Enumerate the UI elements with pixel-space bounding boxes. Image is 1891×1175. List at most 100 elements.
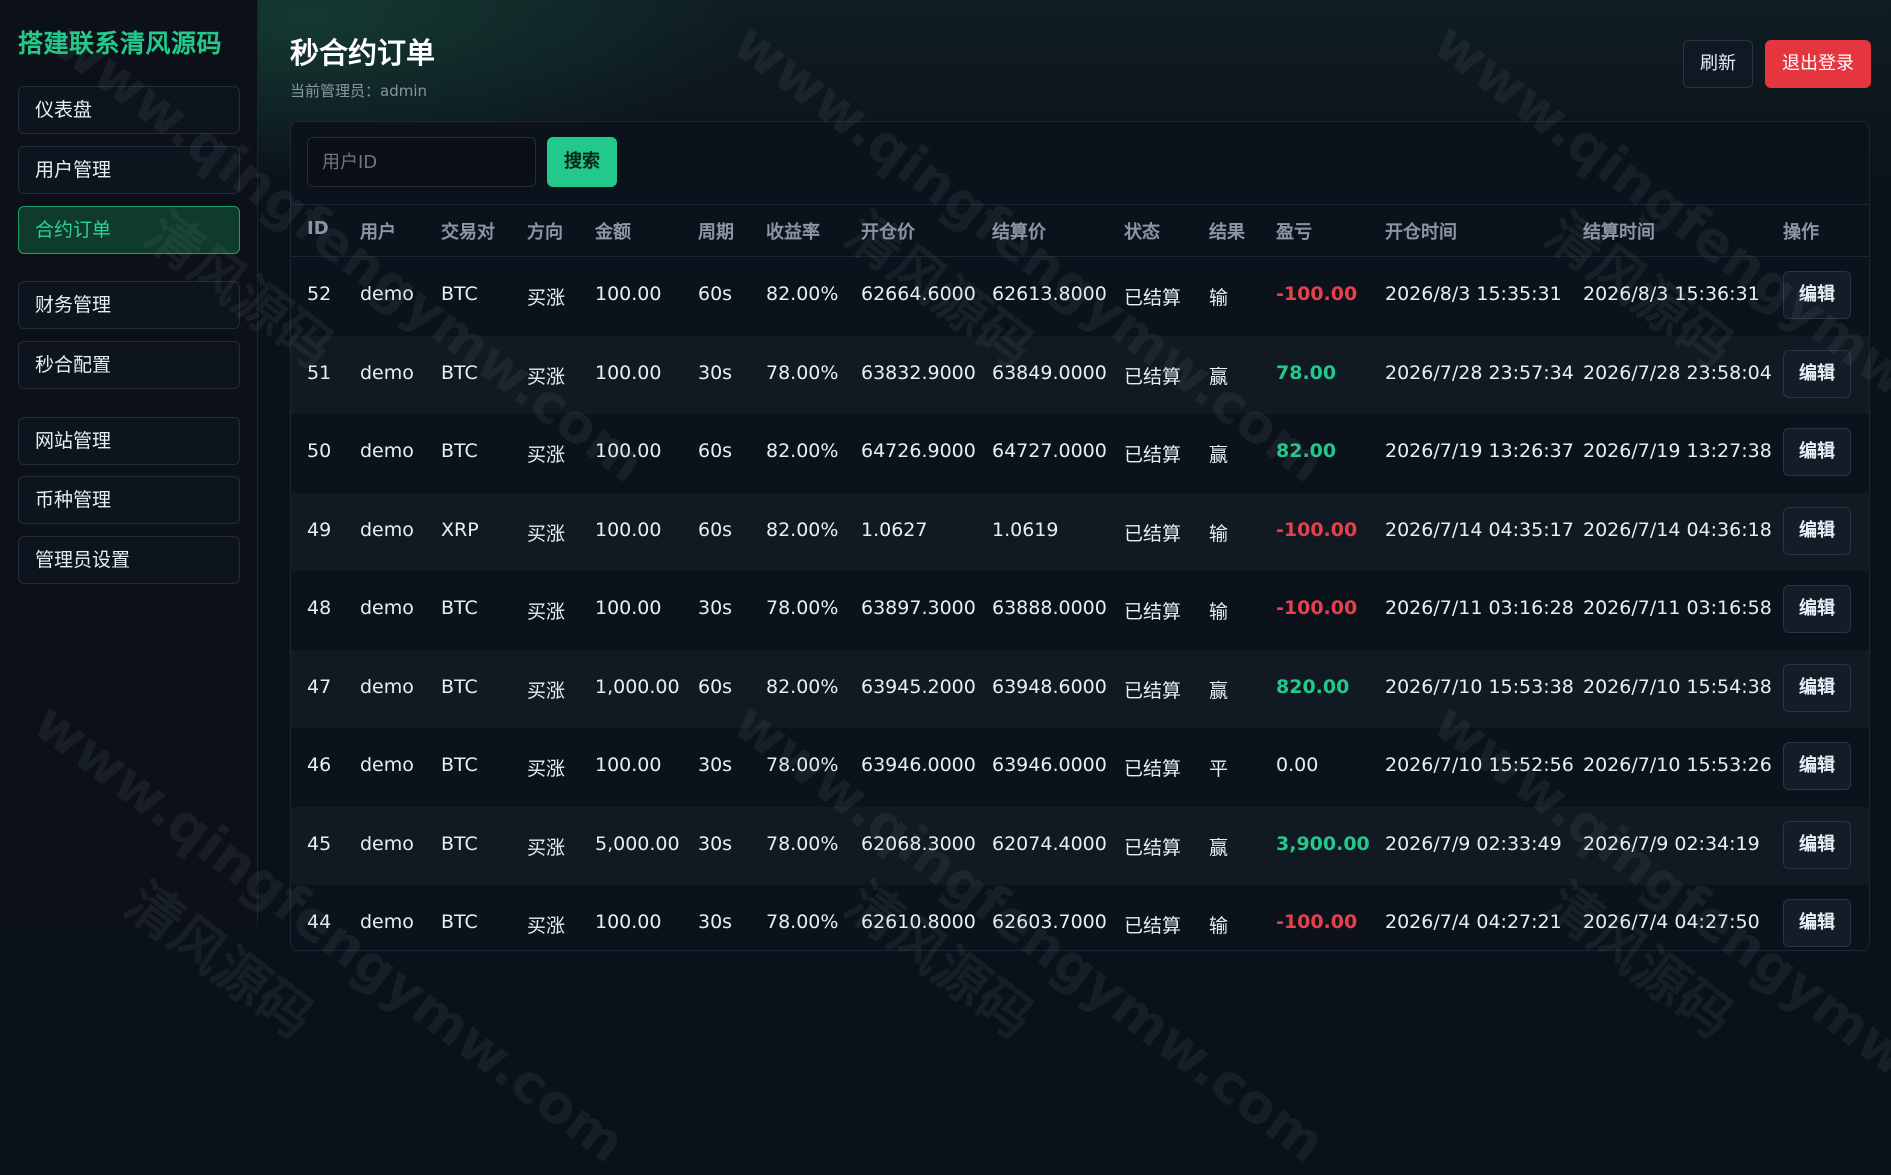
cell-rate: 78.00% xyxy=(766,362,839,384)
edit-button[interactable]: 编辑 xyxy=(1783,271,1851,319)
sidebar-item-label: 仪表盘 xyxy=(35,99,93,121)
table-row: 49 demo XRP 买涨 100.00 60s 82.00% 1.0627 1.0619 已结… xyxy=(291,493,1869,571)
col-header-period: 周期 xyxy=(698,222,734,243)
cell-user: demo xyxy=(360,833,414,855)
sidebar-item-site[interactable]: 网站管理 xyxy=(18,417,240,465)
cell-settle-time: 2026/7/10 15:53:26 xyxy=(1583,754,1772,776)
cell-id: 52 xyxy=(307,283,332,305)
edit-button[interactable]: 编辑 xyxy=(1783,664,1851,712)
cell-direction: 买涨 xyxy=(527,523,566,545)
col-header-user: 用户 xyxy=(360,222,396,243)
refresh-button[interactable]: 刷新 xyxy=(1683,40,1753,88)
cell-status: 已结算 xyxy=(1124,444,1182,466)
cell-pair: BTC xyxy=(441,911,478,933)
cell-status: 已结算 xyxy=(1124,601,1182,623)
cell-direction: 买涨 xyxy=(527,758,566,780)
cell-open-time: 2026/7/14 04:35:17 xyxy=(1385,519,1574,541)
cell-pair: BTC xyxy=(441,283,478,305)
cell-open-time: 2026/7/10 15:53:38 xyxy=(1385,676,1574,698)
cell-user: demo xyxy=(360,283,414,305)
cell-pnl: 78.00 xyxy=(1276,362,1337,384)
col-header-open-time: 开仓时间 xyxy=(1385,222,1457,243)
cell-rate: 78.00% xyxy=(766,911,839,933)
cell-open-price: 62068.3000 xyxy=(861,833,976,855)
cell-pair: BTC xyxy=(441,676,478,698)
cell-settle-price: 63888.0000 xyxy=(992,597,1107,619)
cell-status: 已结算 xyxy=(1124,837,1182,859)
cell-period: 60s xyxy=(698,676,733,698)
page-title: 秒合约订单 xyxy=(290,36,436,70)
table-row: 52 demo BTC 买涨 100.00 60s 82.00% 62664.6000 6261… xyxy=(291,257,1869,335)
cell-user: demo xyxy=(360,911,414,933)
cell-amount: 100.00 xyxy=(595,440,662,462)
edit-button[interactable]: 编辑 xyxy=(1783,507,1851,555)
cell-period: 30s xyxy=(698,754,733,776)
cell-pair: BTC xyxy=(441,440,478,462)
sidebar-item-label: 网站管理 xyxy=(35,430,112,452)
user-id-search-input[interactable] xyxy=(307,137,536,187)
cell-result: 输 xyxy=(1209,915,1229,937)
cell-amount: 100.00 xyxy=(595,754,662,776)
search-button[interactable]: 搜索 xyxy=(547,137,617,187)
cell-direction: 买涨 xyxy=(527,915,566,937)
sidebar-item-users[interactable]: 用户管理 xyxy=(18,146,240,194)
cell-pair: XRP xyxy=(441,519,479,541)
cell-amount: 100.00 xyxy=(595,519,662,541)
col-header-settle-price: 结算价 xyxy=(992,222,1046,243)
cell-status: 已结算 xyxy=(1124,523,1182,545)
cell-pnl: -100.00 xyxy=(1276,519,1358,541)
logout-button[interactable]: 退出登录 xyxy=(1765,40,1871,88)
edit-button[interactable]: 编辑 xyxy=(1783,821,1851,869)
sidebar-item-contract-orders[interactable]: 合约订单 xyxy=(18,206,240,254)
cell-pair: BTC xyxy=(441,362,478,384)
cell-user: demo xyxy=(360,754,414,776)
cell-open-time: 2026/7/28 23:57:34 xyxy=(1385,362,1574,384)
col-header-actions: 操作 xyxy=(1783,222,1819,243)
cell-user: demo xyxy=(360,676,414,698)
edit-button[interactable]: 编辑 xyxy=(1783,742,1851,790)
edit-button[interactable]: 编辑 xyxy=(1783,899,1851,947)
sidebar-item-coins[interactable]: 币种管理 xyxy=(18,476,240,524)
sidebar-item-finance[interactable]: 财务管理 xyxy=(18,281,240,329)
edit-button[interactable]: 编辑 xyxy=(1783,350,1851,398)
cell-amount: 100.00 xyxy=(595,362,662,384)
cell-direction: 买涨 xyxy=(527,680,566,702)
cell-id: 47 xyxy=(307,676,332,698)
cell-rate: 78.00% xyxy=(766,597,839,619)
sidebar-item-second-config[interactable]: 秒合配置 xyxy=(18,341,240,389)
cell-settle-price: 63849.0000 xyxy=(992,362,1107,384)
cell-open-price: 63832.9000 xyxy=(861,362,976,384)
table-row: 45 demo BTC 买涨 5,000.00 30s 78.00% 62068.3000 62… xyxy=(291,807,1869,885)
col-header-direction: 方向 xyxy=(527,222,563,243)
cell-open-time: 2026/7/11 03:16:28 xyxy=(1385,597,1574,619)
cell-settle-time: 2026/7/11 03:16:58 xyxy=(1583,597,1772,619)
cell-id: 51 xyxy=(307,362,332,384)
cell-settle-time: 2026/8/3 15:36:31 xyxy=(1583,283,1760,305)
sidebar-item-label: 财务管理 xyxy=(35,294,112,316)
cell-rate: 82.00% xyxy=(766,283,839,305)
cell-settle-price: 63946.0000 xyxy=(992,754,1107,776)
cell-result: 输 xyxy=(1209,287,1229,309)
cell-rate: 82.00% xyxy=(766,676,839,698)
cell-id: 48 xyxy=(307,597,332,619)
cell-period: 30s xyxy=(698,362,733,384)
cell-id: 44 xyxy=(307,911,332,933)
cell-pnl: -100.00 xyxy=(1276,911,1358,933)
col-header-result: 结果 xyxy=(1209,222,1245,243)
edit-button[interactable]: 编辑 xyxy=(1783,428,1851,476)
col-header-pair: 交易对 xyxy=(441,222,495,243)
sidebar-item-dashboard[interactable]: 仪表盘 xyxy=(18,86,240,134)
cell-direction: 买涨 xyxy=(527,444,566,466)
cell-period: 60s xyxy=(698,519,733,541)
sidebar-item-admin-settings[interactable]: 管理员设置 xyxy=(18,536,240,584)
admin-subtitle: 当前管理员：admin xyxy=(290,82,428,100)
cell-open-time: 2026/7/9 02:33:49 xyxy=(1385,833,1562,855)
cell-open-price: 1.0627 xyxy=(861,519,928,541)
cell-id: 49 xyxy=(307,519,332,541)
table-row: 46 demo BTC 买涨 100.00 30s 78.00% 63946.0000 6394… xyxy=(291,728,1869,806)
cell-open-time: 2026/8/3 15:35:31 xyxy=(1385,283,1562,305)
sidebar-item-label: 秒合配置 xyxy=(35,354,112,376)
edit-button[interactable]: 编辑 xyxy=(1783,585,1851,633)
cell-settle-price: 62603.7000 xyxy=(992,911,1107,933)
cell-settle-price: 1.0619 xyxy=(992,519,1059,541)
